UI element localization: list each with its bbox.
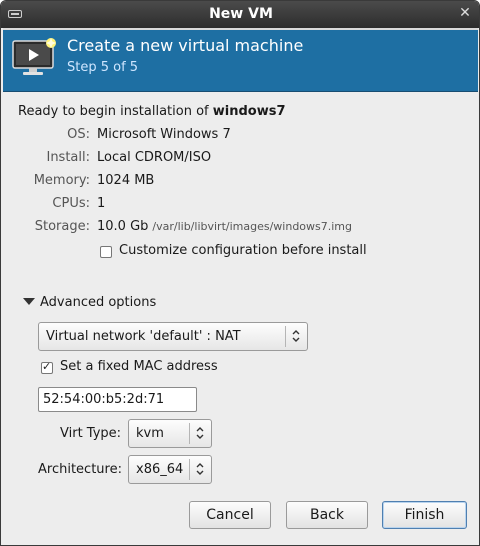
fixed-mac-label[interactable]: Set a fixed MAC address [60,359,218,374]
network-select[interactable]: Virtual network 'default' : NAT [38,322,308,351]
architecture-value: x86_64 [136,462,184,477]
back-button[interactable]: Back [286,501,368,529]
ready-prefix: Ready to begin installation of [18,104,213,119]
customize-label[interactable]: Customize configuration before install [119,243,367,258]
window-title: New VM [209,6,273,22]
cpus-label: CPUs: [52,196,90,211]
updown-arrows-icon [196,427,204,439]
network-value: Virtual network 'default' : NAT [46,329,241,344]
memory-label: Memory: [33,173,90,188]
architecture-label: Architecture: [38,462,122,477]
advanced-options-expander[interactable]: Advanced options [40,295,156,310]
updown-arrows-icon [292,330,300,342]
architecture-select[interactable]: x86_64 [128,455,212,484]
install-value: Local CDROM/ISO [97,150,212,165]
step-indicator: Step 5 of 5 [67,60,139,75]
memory-value: 1024 MB [97,173,155,188]
storage-size: 10.0 Gb [97,219,149,234]
vm-name: windows7 [212,104,286,119]
storage-label: Storage: [34,219,90,234]
mac-address-input[interactable]: 52:54:00:b5:2d:71 [38,387,197,412]
virt-type-label: Virt Type: [60,426,122,441]
fixed-mac-checkbox[interactable] [41,360,53,374]
monitor-icon [12,38,56,75]
cancel-button[interactable]: Cancel [189,501,271,529]
virt-type-value: kvm [136,426,164,441]
cpus-value: 1 [97,196,106,211]
updown-arrows-icon [196,463,204,475]
new-vm-dialog: New VM ✕ Create a new virtual machine St… [0,0,480,546]
banner-title: Create a new virtual machine [67,36,304,55]
storage-path: /var/lib/libvirt/images/windows7.img [152,220,353,233]
os-label: OS: [67,127,90,142]
expander-arrow-icon[interactable] [23,298,35,305]
ready-heading: Ready to begin installation of windows7 [18,104,286,119]
customize-checkbox[interactable] [100,246,112,258]
virt-type-select[interactable]: kvm [128,419,212,448]
install-label: Install: [46,150,90,165]
titlebar: New VM ✕ [1,1,479,28]
finish-button[interactable]: Finish [382,501,467,529]
storage-value: 10.0 Gb/var/lib/libvirt/images/windows7.… [97,219,352,234]
os-value: Microsoft Windows 7 [97,127,231,142]
wizard-content: Ready to begin installation of windows7 … [1,93,479,545]
close-icon[interactable]: ✕ [457,5,473,21]
wizard-banner: Create a new virtual machine Step 5 of 5 [3,28,478,92]
